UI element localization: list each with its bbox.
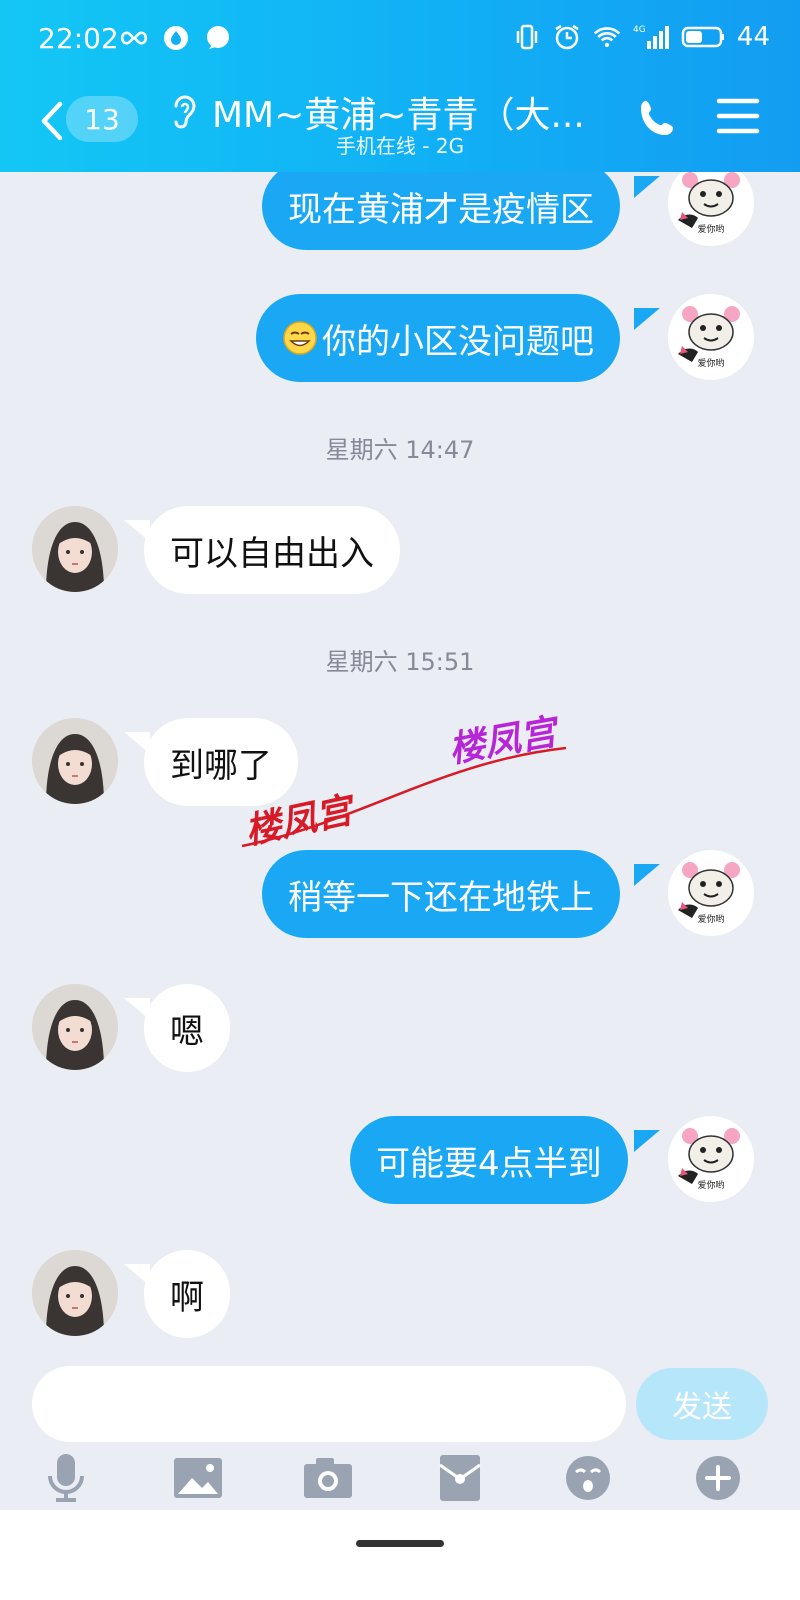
- status-bar: 22:02 4G 44: [0, 0, 800, 80]
- message-bubble-outgoing[interactable]: 可能要4点半到: [350, 1116, 628, 1204]
- message-bubble-incoming[interactable]: 啊: [144, 1250, 230, 1338]
- message-bubble-incoming[interactable]: 可以自由出入: [144, 506, 400, 594]
- input-bar: 发送: [0, 1348, 800, 1502]
- message-bubble-incoming[interactable]: 嗯: [144, 984, 230, 1072]
- bubble-tail: [634, 1130, 660, 1152]
- grinning-face-icon: [282, 320, 318, 356]
- message-bubble-outgoing[interactable]: 现在黄浦才是疫情区: [262, 172, 620, 250]
- message-input[interactable]: [32, 1366, 626, 1442]
- red-packet-icon[interactable]: [436, 1454, 484, 1502]
- avatar-contact[interactable]: [32, 984, 118, 1070]
- phone-call-icon[interactable]: [636, 96, 680, 140]
- avatar-caption: 爱你哟: [697, 1179, 724, 1191]
- battery-icon: [681, 23, 725, 51]
- avatar-self[interactable]: 爱你哟: [668, 294, 754, 380]
- chat-messages[interactable]: 现在黄浦才是疫情区 爱你哟 你的小区没问题吧 爱你哟 星期六 14:47 可以自…: [0, 172, 800, 1348]
- timestamp: 星期六 14:47: [325, 436, 475, 464]
- timestamp: 星期六 15:51: [325, 648, 475, 676]
- battery-level: 44: [736, 22, 770, 52]
- camera-icon[interactable]: [302, 1454, 354, 1502]
- microphone-icon[interactable]: [42, 1454, 90, 1502]
- water-drop-icon: [162, 24, 190, 52]
- alarm-icon: [553, 23, 581, 51]
- svg-text:4G: 4G: [633, 25, 646, 35]
- home-indicator[interactable]: [356, 1540, 444, 1547]
- online-status: 手机在线 - 2G: [335, 134, 465, 158]
- avatar-self[interactable]: 爱你哟: [668, 1116, 754, 1202]
- wifi-icon: [593, 23, 621, 51]
- ear-icon[interactable]: [168, 90, 198, 134]
- emoji-icon[interactable]: [564, 1454, 612, 1502]
- avatar-caption: 爱你哟: [697, 357, 724, 369]
- avatar-contact[interactable]: [32, 1250, 118, 1336]
- message-bubble-outgoing[interactable]: 你的小区没问题吧: [256, 294, 620, 382]
- avatar-caption: 爱你哟: [697, 223, 724, 235]
- send-button[interactable]: 发送: [636, 1368, 768, 1440]
- navigation-bar: [0, 1510, 800, 1600]
- status-time: 22:02: [38, 22, 119, 55]
- toolbar: [0, 1454, 800, 1514]
- message-bubble-outgoing[interactable]: 稍等一下还在地铁上: [262, 850, 620, 938]
- avatar-self[interactable]: 爱你哟: [668, 172, 754, 246]
- bubble-tail: [634, 864, 660, 886]
- avatar-contact[interactable]: [32, 506, 118, 592]
- cellular-signal-icon: 4G: [633, 23, 669, 51]
- image-icon[interactable]: [172, 1454, 224, 1502]
- chat-bubble-icon: [204, 24, 232, 52]
- menu-icon[interactable]: [716, 96, 760, 136]
- plus-icon[interactable]: [694, 1454, 742, 1502]
- avatar-caption: 爱你哟: [697, 913, 724, 925]
- vibrate-icon: [513, 23, 541, 51]
- chat-header: 22:02 4G 44 13 MM~黄浦~青青（大... 手机在线 - 2G: [0, 0, 800, 172]
- bubble-tail: [634, 176, 660, 198]
- bubble-tail: [634, 308, 660, 330]
- infinity-icon: [120, 24, 148, 52]
- avatar-contact[interactable]: [32, 718, 118, 804]
- avatar-self[interactable]: 爱你哟: [668, 850, 754, 936]
- nav-bar: 13 MM~黄浦~青青（大... 手机在线 - 2G: [0, 82, 800, 172]
